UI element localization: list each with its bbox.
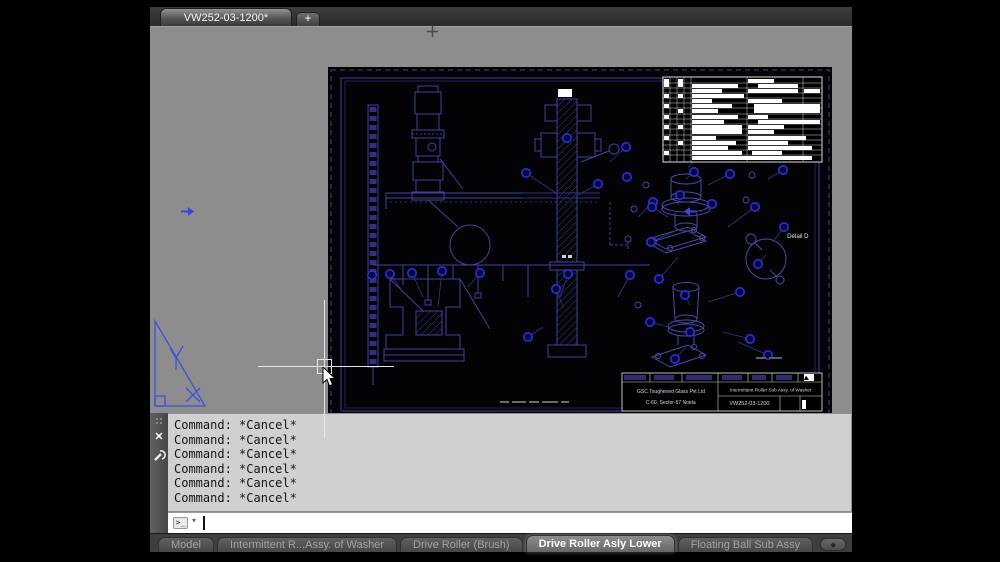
- tab-drive-roller-brush[interactable]: Drive Roller (Brush): [400, 537, 523, 552]
- bom-table: [662, 76, 823, 163]
- viewport-grip-top-icon[interactable]: [427, 26, 438, 37]
- text-cursor: [203, 516, 205, 530]
- title-block-company: GSC Toughened Glass Pvt Ltd C-60, Sector…: [624, 384, 718, 410]
- viewport-grip-left-icon[interactable]: [181, 206, 194, 217]
- company-address: C-60, Sector-57 Noida: [646, 399, 696, 406]
- new-tab-button[interactable]: +: [296, 12, 320, 26]
- drawing-geometry: [330, 69, 830, 420]
- screen: { "window": { "file_tab_label": "VW252-0…: [0, 0, 1000, 562]
- command-line: Command: *Cancel*: [174, 432, 297, 447]
- tab-drive-roller-asly-lower[interactable]: Drive Roller Asly Lower: [525, 535, 675, 552]
- diamond-icon: ◆: [830, 542, 836, 549]
- detail-view-label: Detail D: [787, 232, 809, 240]
- viewport-grip-right-icon[interactable]: [684, 206, 697, 217]
- file-tab[interactable]: VW252-03-1200*: [160, 8, 292, 26]
- tab-floating-ball-sub-assy[interactable]: Floating Ball Sub Assy: [677, 537, 814, 552]
- plus-icon: +: [304, 13, 312, 25]
- command-panel-sidebar[interactable]: ✕: [150, 413, 168, 533]
- file-tab-bar: VW252-03-1200* +: [150, 7, 852, 26]
- layout-overflow-button[interactable]: ◆: [820, 538, 847, 551]
- command-line: Command: *Cancel*: [174, 476, 297, 491]
- tab-intermittent-roller[interactable]: Intermittent R...Assy. of Washer: [216, 537, 398, 552]
- command-line: Command: *Cancel*: [174, 490, 297, 505]
- chevron-down-icon[interactable]: ▾: [192, 516, 196, 525]
- wrench-icon[interactable]: [153, 449, 166, 462]
- layout-tab-bar: Model Intermittent R...Assy. of Washer D…: [150, 533, 852, 552]
- drag-grip-icon[interactable]: [155, 417, 163, 425]
- command-history[interactable]: Command: *Cancel* Command: *Cancel* Comm…: [168, 413, 852, 512]
- mouse-arrow-cursor: [322, 367, 337, 387]
- command-line: Command: *Cancel*: [174, 447, 297, 462]
- command-line: Command: *Cancel*: [174, 461, 297, 476]
- close-icon[interactable]: ✕: [150, 429, 168, 445]
- paper-sheet[interactable]: GSC Toughened Glass Pvt Ltd C-60, Sector…: [328, 67, 832, 422]
- command-line: Command: *Cancel*: [174, 418, 297, 432]
- command-panel: ✕ Command: *Cancel* Command: *Cancel* Co…: [150, 413, 852, 533]
- selected-highlight: [558, 89, 572, 97]
- title-block-assembly-title: Intermittent Roller Sub Assy. of Washer: [729, 387, 812, 393]
- command-prompt-icon: >_: [173, 517, 188, 529]
- ucs-icon: [154, 318, 207, 407]
- title-block-drawing-number: VW252-03-1200: [729, 400, 770, 407]
- layout-canvas[interactable]: GSC Toughened Glass Pvt Ltd C-60, Sector…: [150, 26, 852, 422]
- company-name: GSC Toughened Glass Pvt Ltd: [637, 388, 706, 395]
- command-input[interactable]: >_ ▾: [168, 512, 852, 533]
- tab-model[interactable]: Model: [158, 537, 214, 552]
